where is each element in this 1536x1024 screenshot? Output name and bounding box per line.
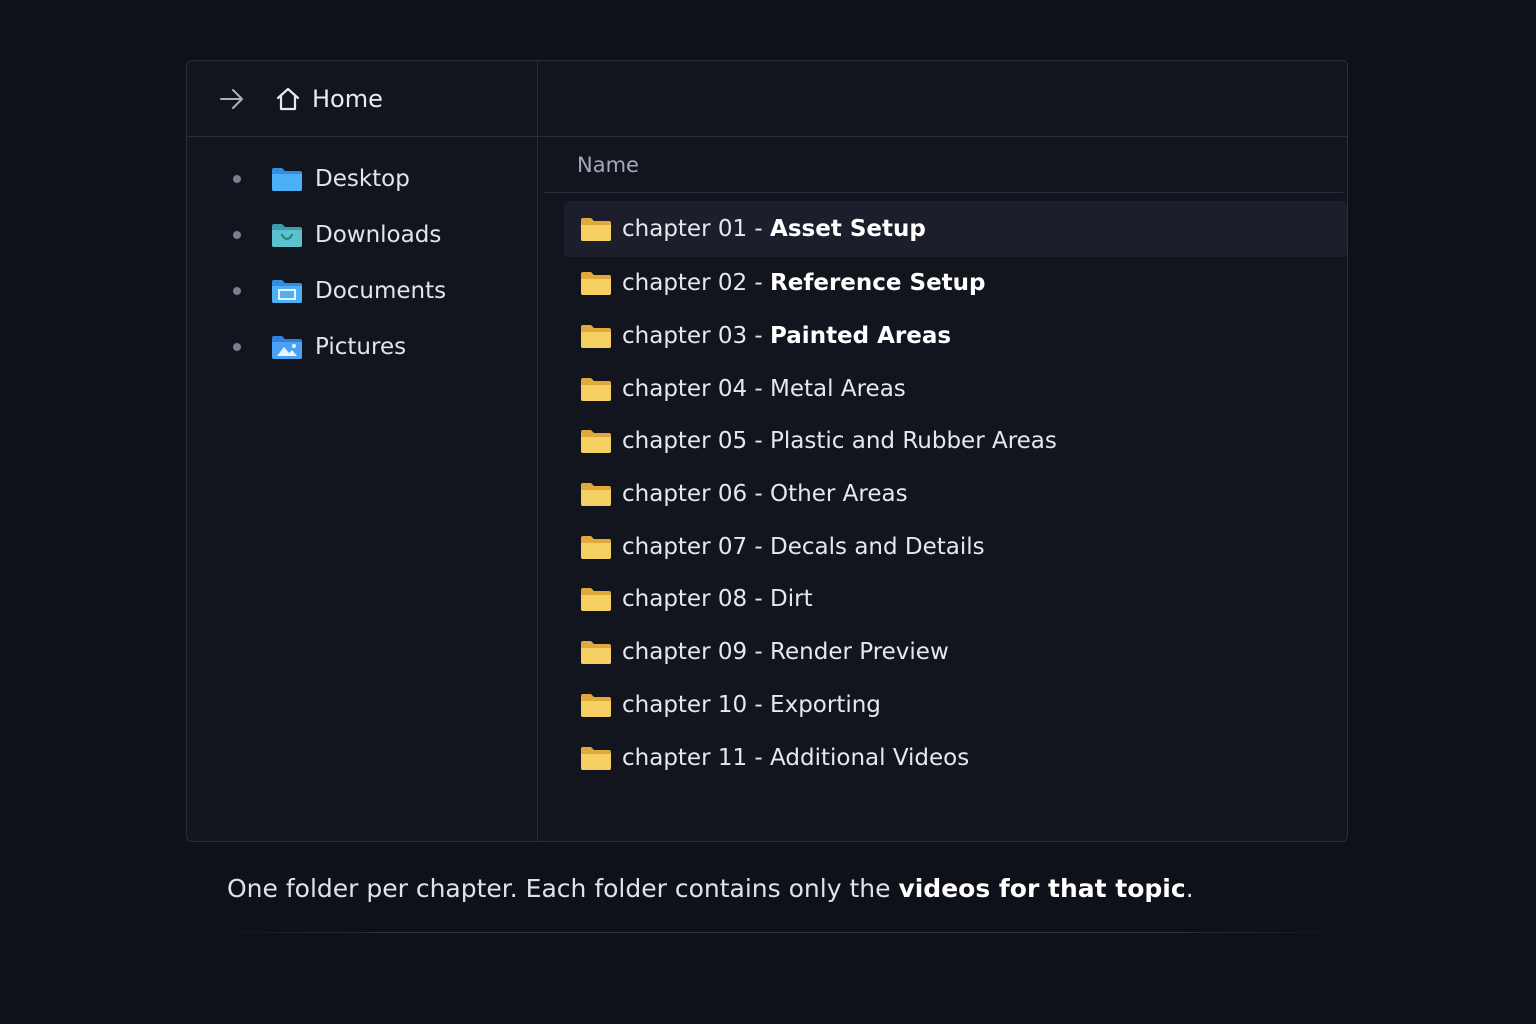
sidebar-item-downloads[interactable]: Downloads xyxy=(187,207,537,263)
file-row-folder[interactable]: chapter 07 - Decals and Details xyxy=(564,520,1347,573)
bullet-icon xyxy=(233,231,241,239)
folder-icon xyxy=(580,639,612,665)
file-manager-window: Home Desktop Downloads Documents Picture… xyxy=(186,60,1348,842)
sidebar-header: Home xyxy=(187,61,537,137)
pictures-folder-icon xyxy=(271,333,303,361)
file-name-prefix: chapter 08 - xyxy=(622,586,771,613)
folder-icon xyxy=(580,586,612,612)
file-pane: Name chapter 01 - Asset Setup chapter 02 … xyxy=(538,61,1347,841)
file-name-prefix: chapter 04 - xyxy=(622,375,771,402)
caption-end: . xyxy=(1185,874,1194,903)
folder-icon xyxy=(580,745,612,771)
folder-icon xyxy=(580,428,612,454)
sidebar: Home Desktop Downloads Documents Picture… xyxy=(187,61,538,841)
file-name: chapter 01 - Asset Setup xyxy=(622,216,926,242)
bullet-icon xyxy=(233,343,241,351)
sidebar-item-label: Downloads xyxy=(315,222,442,248)
file-name: chapter 09 - Render Preview xyxy=(622,639,949,665)
file-name-prefix: chapter 09 - xyxy=(622,639,771,666)
file-row-folder[interactable]: chapter 04 - Metal Areas xyxy=(564,362,1347,415)
file-name-title: Metal Areas xyxy=(770,375,906,402)
bullet-icon xyxy=(233,287,241,295)
file-name-title: Additional Videos xyxy=(770,744,970,771)
file-name-title: Dirt xyxy=(770,586,813,613)
caption-text: One folder per chapter. Each folder cont… xyxy=(227,874,899,903)
file-name-prefix: chapter 06 - xyxy=(622,481,771,508)
pane-header xyxy=(538,61,1347,137)
caption: One folder per chapter. Each folder cont… xyxy=(227,874,1194,903)
file-name: chapter 06 - Other Areas xyxy=(622,481,908,507)
sidebar-item-pictures[interactable]: Pictures xyxy=(187,319,537,375)
file-row-folder[interactable]: chapter 08 - Dirt xyxy=(564,573,1347,626)
file-row-folder[interactable]: chapter 02 - Reference Setup xyxy=(564,257,1347,310)
caption-divider xyxy=(212,932,1352,933)
file-name-prefix: chapter 10 - xyxy=(622,691,771,718)
home-label[interactable]: Home xyxy=(312,85,383,113)
downloads-folder-icon xyxy=(271,221,303,249)
file-name: chapter 11 - Additional Videos xyxy=(622,745,969,771)
file-name-prefix: chapter 05 - xyxy=(622,428,771,455)
file-name-title: Decals and Details xyxy=(770,533,985,560)
documents-folder-icon xyxy=(271,277,303,305)
file-row-folder[interactable]: chapter 05 - Plastic and Rubber Areas xyxy=(564,415,1347,468)
file-name: chapter 07 - Decals and Details xyxy=(622,534,985,560)
sidebar-item-desktop[interactable]: Desktop xyxy=(187,151,537,207)
sidebar-item-label: Documents xyxy=(315,278,447,304)
folder-icon xyxy=(580,692,612,718)
file-row-folder[interactable]: chapter 09 - Render Preview xyxy=(564,626,1347,679)
file-name-prefix: chapter 07 - xyxy=(622,533,771,560)
file-name-prefix: chapter 11 - xyxy=(622,744,771,771)
folder-icon xyxy=(580,481,612,507)
home-icon[interactable] xyxy=(274,85,302,113)
folder-icon xyxy=(580,270,612,296)
sidebar-item-label: Pictures xyxy=(315,334,407,360)
file-name-title: Exporting xyxy=(770,691,881,718)
file-name-prefix: chapter 02 - xyxy=(622,270,771,297)
file-name-title: Plastic and Rubber Areas xyxy=(770,428,1057,455)
file-row-folder[interactable]: chapter 11 - Additional Videos xyxy=(564,731,1347,784)
file-name: chapter 10 - Exporting xyxy=(622,692,881,718)
file-name: chapter 02 - Reference Setup xyxy=(622,270,986,296)
file-row-folder[interactable]: chapter 06 - Other Areas xyxy=(564,468,1347,521)
file-name-prefix: chapter 03 - xyxy=(622,323,771,350)
file-list: chapter 01 - Asset Setup chapter 02 - Ref… xyxy=(538,193,1347,784)
file-name-title: Reference Setup xyxy=(770,270,986,297)
folder-icon xyxy=(580,323,612,349)
desktop-folder-icon xyxy=(271,165,303,193)
file-name-title: Other Areas xyxy=(770,481,908,508)
file-name: chapter 08 - Dirt xyxy=(622,586,813,612)
caption-emphasis: videos for that topic xyxy=(898,874,1186,903)
file-row-folder[interactable]: chapter 10 - Exporting xyxy=(564,679,1347,732)
sidebar-item-documents[interactable]: Documents xyxy=(187,263,537,319)
bullet-icon xyxy=(233,175,241,183)
file-name-title: Render Preview xyxy=(770,639,949,666)
folder-icon xyxy=(580,376,612,402)
file-name: chapter 03 - Painted Areas xyxy=(622,323,951,349)
file-name-title: Asset Setup xyxy=(770,216,926,242)
column-header-name[interactable]: Name xyxy=(544,137,1343,193)
sidebar-places-list: Desktop Downloads Documents Pictures xyxy=(187,137,537,375)
folder-icon xyxy=(580,216,612,242)
file-row-folder[interactable]: chapter 01 - Asset Setup xyxy=(564,201,1347,257)
folder-icon xyxy=(580,534,612,560)
file-name: chapter 05 - Plastic and Rubber Areas xyxy=(622,428,1057,454)
file-name: chapter 04 - Metal Areas xyxy=(622,376,906,402)
file-name-title: Painted Areas xyxy=(770,323,952,350)
file-name-prefix: chapter 01 - xyxy=(622,216,771,242)
arrow-right-icon[interactable] xyxy=(217,84,247,114)
file-row-folder[interactable]: chapter 03 - Painted Areas xyxy=(564,310,1347,363)
sidebar-item-label: Desktop xyxy=(315,166,410,192)
